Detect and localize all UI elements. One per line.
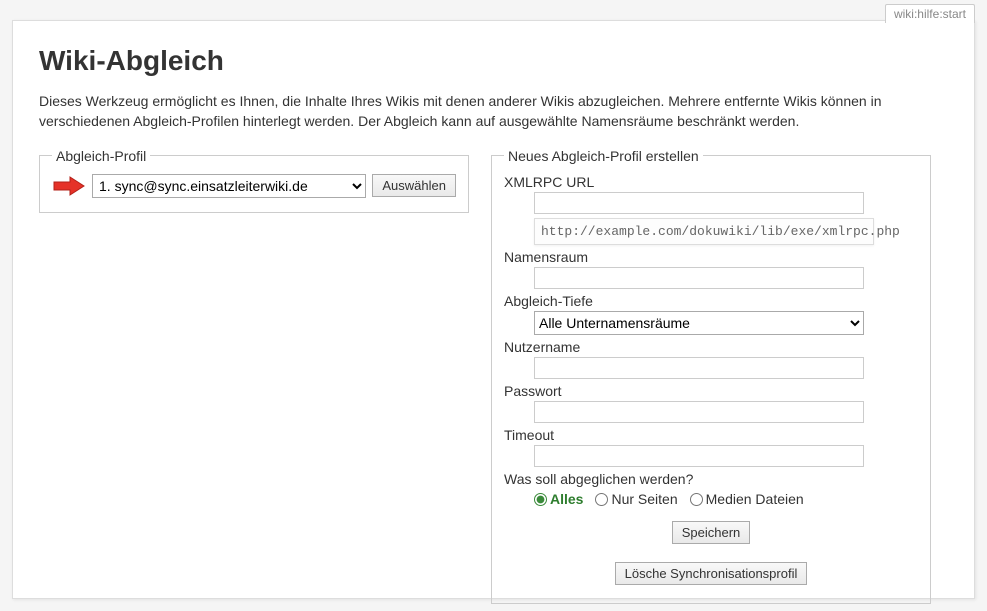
radio-all-input[interactable] (534, 493, 547, 506)
sync-what-group: Alles Nur Seiten Medien Dateien (534, 489, 918, 507)
radio-pages[interactable]: Nur Seiten (595, 491, 677, 507)
timeout-input[interactable] (534, 445, 864, 467)
url-input[interactable] (534, 192, 864, 214)
arrow-right-icon (52, 176, 86, 196)
radio-all[interactable]: Alles (534, 491, 583, 507)
new-profile-legend: Neues Abgleich-Profil erstellen (504, 148, 703, 164)
save-button[interactable]: Speichern (672, 521, 751, 544)
namespace-input[interactable] (534, 267, 864, 289)
new-profile-fieldset: Neues Abgleich-Profil erstellen XMLRPC U… (491, 148, 931, 605)
depth-label: Abgleich-Tiefe (504, 293, 918, 309)
depth-select[interactable]: Alle Unternamensräume (534, 311, 864, 335)
profile-fieldset: Abgleich-Profil 1. sync@sync.einsatzleit… (39, 148, 469, 213)
pass-label: Passwort (504, 383, 918, 399)
radio-media-input[interactable] (690, 493, 703, 506)
breadcrumb: wiki:hilfe:start (885, 4, 975, 23)
profile-legend: Abgleich-Profil (52, 148, 150, 164)
user-input[interactable] (534, 357, 864, 379)
radio-media[interactable]: Medien Dateien (690, 491, 804, 507)
profile-select[interactable]: 1. sync@sync.einsatzleiterwiki.de (92, 174, 366, 198)
url-label: XMLRPC URL (504, 174, 918, 190)
radio-all-label: Alles (550, 491, 583, 507)
page-title: Wiki-Abgleich (39, 45, 948, 77)
select-profile-button[interactable]: Auswählen (372, 174, 456, 197)
main-card: Wiki-Abgleich Dieses Werkzeug ermöglicht… (12, 20, 975, 599)
delete-profile-button[interactable]: Lösche Synchronisationsprofil (615, 562, 808, 585)
namespace-label: Namensraum (504, 249, 918, 265)
radio-pages-input[interactable] (595, 493, 608, 506)
url-hint: http://example.com/dokuwiki/lib/exe/xmlr… (534, 218, 874, 246)
radio-pages-label: Nur Seiten (611, 491, 677, 507)
intro-text: Dieses Werkzeug ermöglicht es Ihnen, die… (39, 91, 948, 132)
sync-what-label: Was soll abgeglichen werden? (504, 471, 918, 487)
timeout-label: Timeout (504, 427, 918, 443)
radio-media-label: Medien Dateien (706, 491, 804, 507)
pass-input[interactable] (534, 401, 864, 423)
user-label: Nutzername (504, 339, 918, 355)
